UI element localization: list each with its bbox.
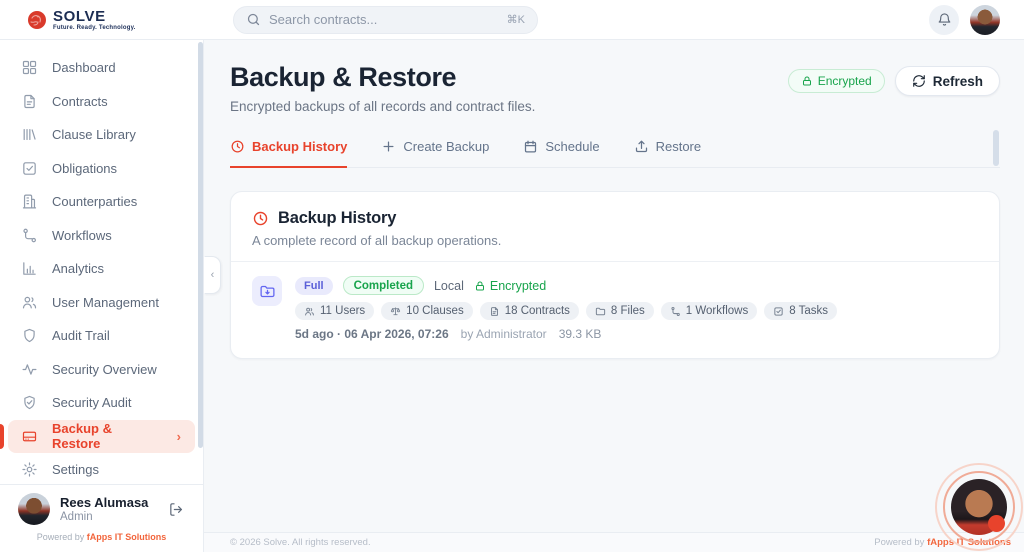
backup-size: 39.3 KB xyxy=(559,327,602,341)
search-icon xyxy=(246,12,261,27)
building-icon xyxy=(21,193,38,210)
workflow-icon xyxy=(670,306,681,317)
stat-clauses: 10 Clauses xyxy=(381,302,473,320)
stat-workflows: 1 Workflows xyxy=(661,302,757,320)
sidebar-user-section: Rees Alumasa Admin Powered by fApps IT S… xyxy=(0,484,203,552)
sidebar-item-audit-trail[interactable]: Audit Trail xyxy=(0,319,203,353)
page-subtitle: Encrypted backups of all records and con… xyxy=(230,99,535,114)
shield-check-icon xyxy=(21,394,38,411)
shield-icon xyxy=(21,327,38,344)
backup-timestamp: 5d ago · 06 Apr 2026, 07:26 xyxy=(295,327,449,341)
search-bar[interactable]: ⌘K xyxy=(233,6,538,34)
user-avatar[interactable] xyxy=(970,5,1000,35)
encrypted-badge: Encrypted xyxy=(788,69,885,93)
plus-icon xyxy=(381,139,396,154)
sidebar-item-user-management[interactable]: User Management xyxy=(0,286,203,320)
backup-status-badge: Completed xyxy=(343,276,424,295)
users-icon xyxy=(304,306,315,317)
backup-type-badge: Full xyxy=(295,277,333,295)
backup-history-card: Backup History A complete record of all … xyxy=(230,191,1000,359)
page-header: Backup & Restore Encrypted backups of al… xyxy=(230,62,1000,114)
sidebar-item-counterparties[interactable]: Counterparties xyxy=(0,185,203,219)
sidebar-item-analytics[interactable]: Analytics xyxy=(0,252,203,286)
tasks-icon xyxy=(773,306,784,317)
activity-icon xyxy=(21,361,38,378)
tab-restore[interactable]: Restore xyxy=(634,139,702,168)
sidebar-item-obligations[interactable]: Obligations xyxy=(0,152,203,186)
lock-icon xyxy=(474,280,486,292)
sidebar-nav: Dashboard Contracts Clause Library Oblig… xyxy=(0,40,203,484)
calendar-icon xyxy=(523,139,538,154)
gear-icon xyxy=(21,461,38,478)
brand-brain-icon xyxy=(27,10,47,30)
copyright-text: © 2026 Solve. All rights reserved. xyxy=(230,537,371,548)
user-avatar-small[interactable] xyxy=(18,493,50,525)
backup-location: Local xyxy=(434,279,464,293)
users-icon xyxy=(21,294,38,311)
logout-icon xyxy=(168,501,185,518)
sidebar-item-security-overview[interactable]: Security Overview xyxy=(0,353,203,387)
folder-icon xyxy=(595,306,606,317)
sidebar-collapse-button[interactable]: ‹ xyxy=(204,256,221,294)
tab-schedule[interactable]: Schedule xyxy=(523,139,599,168)
page-title: Backup & Restore xyxy=(230,62,535,93)
contracts-icon xyxy=(21,93,38,110)
sidebar-item-backup-restore[interactable]: Backup & Restore › xyxy=(8,420,195,454)
tab-backup-history[interactable]: Backup History xyxy=(230,139,347,168)
workflow-icon xyxy=(21,227,38,244)
dashboard-icon xyxy=(21,59,38,76)
sidebar-item-security-audit[interactable]: Security Audit xyxy=(0,386,203,420)
bar-chart-icon xyxy=(21,260,38,277)
brand-tagline: Future. Ready. Technology. xyxy=(53,25,136,31)
stat-tasks: 8 Tasks xyxy=(764,302,837,320)
sidebar: Dashboard Contracts Clause Library Oblig… xyxy=(0,40,204,552)
page-footer: © 2026 Solve. All rights reserved. Power… xyxy=(204,532,1024,552)
active-indicator xyxy=(0,424,4,449)
chevron-right-icon: › xyxy=(177,429,181,444)
upload-icon xyxy=(634,139,649,154)
sidebar-scrollbar[interactable] xyxy=(198,42,203,448)
document-icon xyxy=(489,306,500,317)
sidebar-item-dashboard[interactable]: Dashboard xyxy=(0,51,203,85)
notifications-button[interactable] xyxy=(929,5,959,35)
sidebar-item-clause-library[interactable]: Clause Library xyxy=(0,118,203,152)
stat-contracts: 18 Contracts xyxy=(480,302,579,320)
brand-name: SOLVE xyxy=(53,9,136,24)
sidebar-powered-by: Powered by fApps IT Solutions xyxy=(0,532,203,542)
refresh-icon xyxy=(912,74,926,88)
lock-icon xyxy=(801,75,813,87)
card-subtitle: A complete record of all backup operatio… xyxy=(252,233,978,248)
stat-files: 8 Files xyxy=(586,302,654,320)
card-title: Backup History xyxy=(278,209,396,228)
main-content: Backup & Restore Encrypted backups of al… xyxy=(204,40,1024,552)
backup-entry[interactable]: Full Completed Local Encrypted 11 Users xyxy=(231,262,999,358)
bell-icon xyxy=(937,12,952,27)
app-logo[interactable]: SOLVE Future. Ready. Technology. xyxy=(0,9,204,31)
backup-author: by Administrator xyxy=(461,327,547,341)
top-bar: SOLVE Future. Ready. Technology. ⌘K xyxy=(0,0,1024,40)
backup-encryption: Encrypted xyxy=(474,279,546,293)
search-shortcut-hint: ⌘K xyxy=(507,13,525,26)
hard-drive-icon xyxy=(21,428,38,445)
sidebar-item-contracts[interactable]: Contracts xyxy=(0,85,203,119)
sidebar-item-settings[interactable]: Settings xyxy=(0,453,203,484)
content-scrollbar[interactable] xyxy=(993,130,999,166)
sidebar-item-workflows[interactable]: Workflows xyxy=(0,219,203,253)
search-input[interactable] xyxy=(269,12,499,27)
assistant-chat-widget[interactable] xyxy=(935,463,1023,551)
user-name: Rees Alumasa xyxy=(60,495,148,511)
refresh-button[interactable]: Refresh xyxy=(895,66,1000,96)
stat-users: 11 Users xyxy=(295,302,374,320)
tab-bar: Backup History Create Backup Schedule Re… xyxy=(230,139,1000,168)
clock-icon xyxy=(230,139,245,154)
scale-icon xyxy=(390,306,401,317)
assistant-status-dot xyxy=(988,515,1005,532)
clock-icon xyxy=(252,210,269,227)
logout-button[interactable] xyxy=(168,501,185,518)
folder-download-icon xyxy=(252,276,282,306)
library-icon xyxy=(21,126,38,143)
tab-create-backup[interactable]: Create Backup xyxy=(381,139,489,168)
user-role: Admin xyxy=(60,511,148,523)
check-square-icon xyxy=(21,160,38,177)
